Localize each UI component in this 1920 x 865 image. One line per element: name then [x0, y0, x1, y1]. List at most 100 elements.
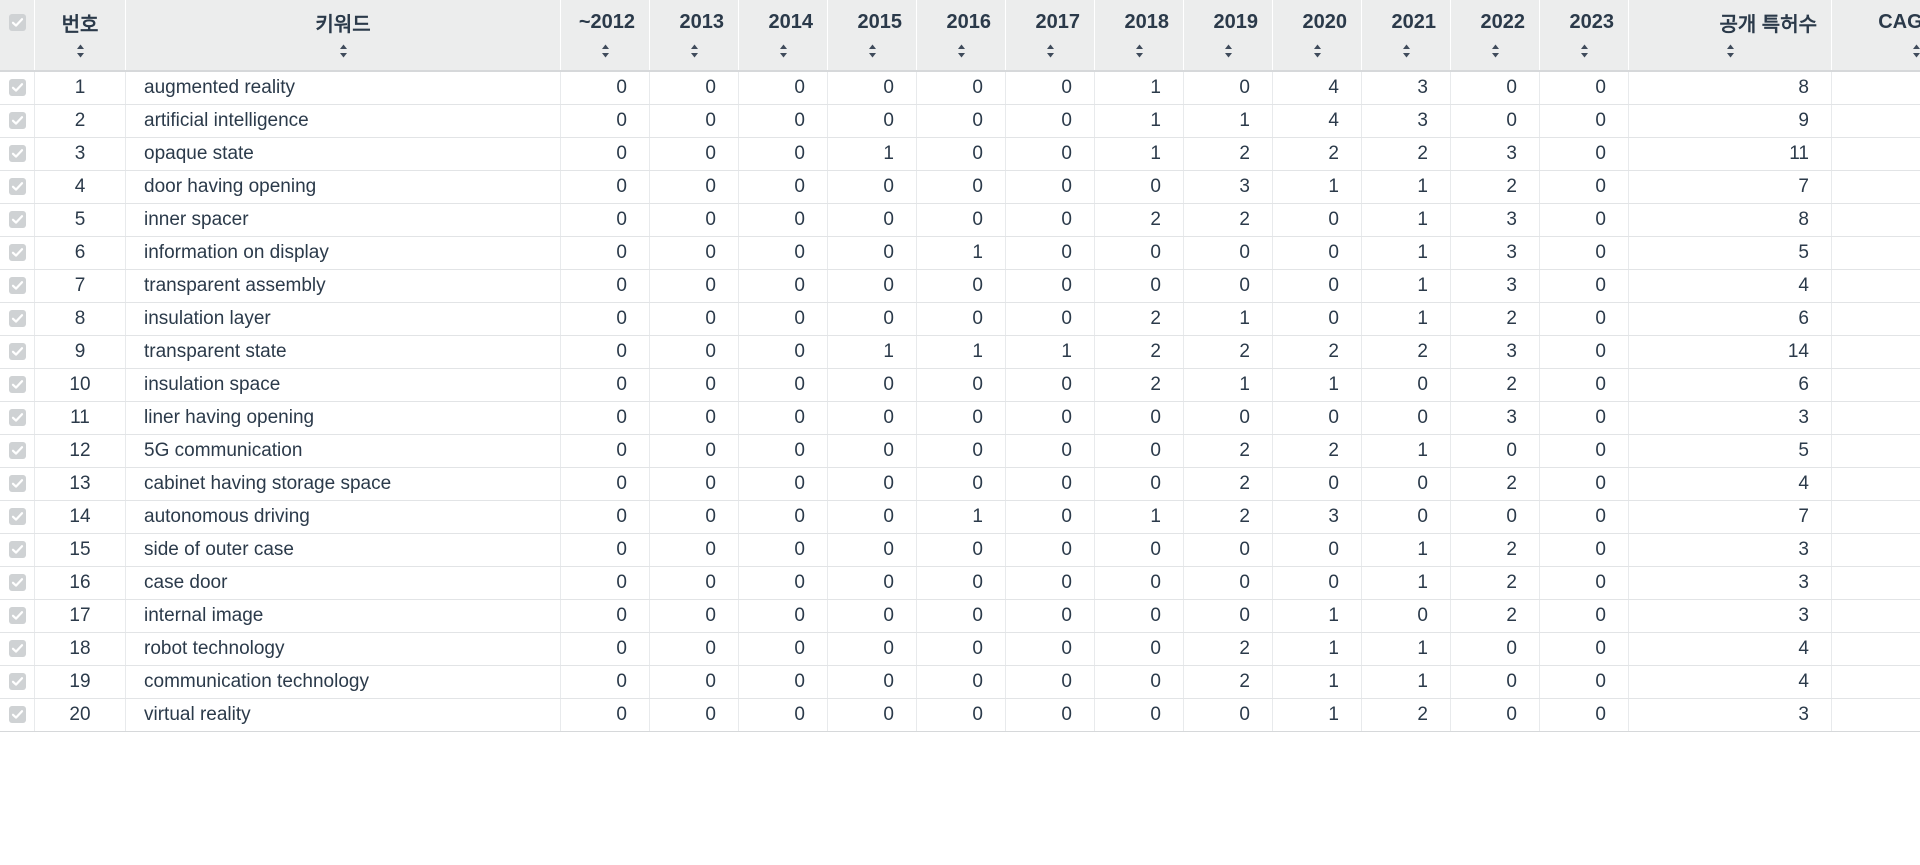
sort-updown-icon[interactable] — [1725, 43, 1736, 59]
keyword-cell[interactable]: autonomous driving — [125, 500, 561, 534]
row-select-checkbox[interactable] — [8, 442, 26, 460]
column-header-kw[interactable]: 키워드 — [125, 0, 561, 44]
table-row[interactable]: 9transparent state00011122223014-24.6%50… — [0, 335, 1920, 369]
row-select-checkbox[interactable] — [8, 145, 26, 163]
keyword-cell[interactable]: inner spacer — [125, 203, 561, 237]
table-row[interactable]: 6information on display0000100001305--20… — [0, 236, 1920, 270]
row-select-checkbox[interactable] — [8, 376, 26, 394]
sort-updown-icon[interactable] — [338, 43, 349, 59]
row-select-checkbox[interactable] — [8, 178, 26, 196]
sort-control-y2015[interactable] — [827, 44, 917, 72]
keyword-cell[interactable]: 5G communication — [125, 434, 561, 468]
select-all-header-cell[interactable] — [0, 0, 35, 44]
row-select-checkbox[interactable] — [8, 277, 26, 295]
sort-control-total[interactable] — [1628, 43, 1832, 72]
sort-updown-icon[interactable] — [600, 43, 611, 59]
sort-updown-icon[interactable] — [75, 43, 86, 59]
keyword-cell[interactable]: transparent state — [125, 335, 561, 369]
table-row[interactable]: 13 cabinet having storage space 0 0 0 0 0 0 0 2 0 0… — [0, 467, 1920, 501]
row-select-checkbox[interactable] — [8, 475, 26, 493]
select-all-checkbox[interactable] — [8, 13, 26, 31]
row-select-cell[interactable] — [0, 137, 35, 171]
table-row[interactable]: 11liner having opening0000000000303--300… — [0, 401, 1920, 435]
row-select-checkbox[interactable] — [8, 541, 26, 559]
table-row[interactable]: 5inner spacer0000002201308--200%- — [0, 203, 1920, 237]
row-select-cell[interactable] — [0, 434, 35, 468]
row-select-checkbox[interactable] — [8, 409, 26, 427]
sort-updown-icon[interactable] — [1579, 43, 1590, 59]
row-select-checkbox[interactable] — [8, 244, 26, 262]
sort-control-y2012[interactable] — [560, 43, 650, 72]
sort-updown-icon[interactable] — [689, 43, 700, 59]
row-select-cell[interactable] — [0, 203, 35, 237]
row-select-checkbox[interactable] — [8, 112, 26, 130]
column-header-y2020[interactable]: 2020 — [1272, 0, 1362, 44]
keyword-cell[interactable]: information on display — [125, 236, 561, 270]
row-select-cell[interactable] — [0, 104, 35, 138]
sort-control-y2017[interactable] — [1005, 43, 1095, 72]
row-select-cell[interactable] — [0, 599, 35, 633]
column-header-y2021[interactable]: 2021 — [1361, 0, 1451, 44]
keyword-cell[interactable]: cabinet having storage space — [125, 467, 561, 501]
column-header-y2012[interactable]: ~2012 — [560, 0, 650, 44]
keyword-cell[interactable]: case door — [125, 566, 561, 600]
row-select-cell[interactable] — [0, 71, 35, 105]
column-header-y2017[interactable]: 2017 — [1005, 0, 1095, 44]
sort-control-y2021[interactable] — [1361, 43, 1451, 72]
sort-control-cagr10[interactable] — [1831, 44, 1920, 72]
row-select-checkbox[interactable] — [8, 574, 26, 592]
keyword-cell[interactable]: transparent assembly — [125, 269, 561, 303]
table-row[interactable]: 125G communication0000000221005---100%- — [0, 434, 1920, 468]
row-select-cell[interactable] — [0, 566, 35, 600]
keyword-cell[interactable]: insulation layer — [125, 302, 561, 336]
sort-control-y2022[interactable] — [1450, 43, 1540, 72]
column-header-y2014[interactable]: 2014 — [738, 0, 828, 44]
table-row[interactable]: 8insulation layer0000002101206--100%- — [0, 302, 1920, 336]
row-select-cell[interactable] — [0, 467, 35, 501]
row-select-checkbox[interactable] — [8, 607, 26, 625]
column-header-cagr10[interactable]: CAGR(10Y) — [1831, 0, 1920, 44]
table-row[interactable]: 10insulation space0000002110206--200%- — [0, 368, 1920, 402]
row-select-cell[interactable] — [0, 632, 35, 666]
sort-control-y2013[interactable] — [649, 43, 739, 72]
row-select-cell[interactable] — [0, 533, 35, 567]
row-select-checkbox[interactable] — [8, 673, 26, 691]
column-header-y2019[interactable]: 2019 — [1183, 0, 1273, 44]
row-select-checkbox[interactable] — [8, 79, 26, 97]
row-select-checkbox[interactable] — [8, 310, 26, 328]
table-row[interactable]: 15side of outer case0000000001203--100%2… — [0, 533, 1920, 567]
row-select-checkbox[interactable] — [8, 508, 26, 526]
keyword-cell[interactable]: robot technology — [125, 632, 561, 666]
sort-updown-icon[interactable] — [778, 43, 789, 59]
table-row[interactable]: 20virtual reality0000000012003---100%- — [0, 698, 1920, 732]
row-select-checkbox[interactable] — [8, 343, 26, 361]
table-row[interactable]: 18robot technology0000000211004---100%- — [0, 632, 1920, 666]
sort-control-kw[interactable] — [125, 43, 561, 72]
table-row[interactable]: 19communication technology0000000211004-… — [0, 665, 1920, 699]
keyword-cell[interactable]: virtual reality — [125, 698, 561, 732]
sort-control-y2020[interactable] — [1272, 43, 1362, 72]
row-select-cell[interactable] — [0, 500, 35, 534]
keyword-cell[interactable]: augmented reality — [125, 71, 561, 105]
keyword-cell[interactable]: opaque state — [125, 137, 561, 171]
sort-updown-icon[interactable] — [1223, 43, 1234, 59]
sort-updown-icon[interactable] — [1490, 43, 1501, 59]
table-row[interactable]: 17internal image0000000010203--200%200% — [0, 599, 1920, 633]
table-row[interactable]: 1augmented reality0000001043008---100%- — [0, 71, 1920, 105]
keyword-cell[interactable]: internal image — [125, 599, 561, 633]
column-header-y2022[interactable]: 2022 — [1450, 0, 1540, 44]
row-select-cell[interactable] — [0, 302, 35, 336]
sort-control-y2023[interactable] — [1539, 43, 1629, 72]
sort-control-y2019[interactable] — [1183, 43, 1273, 72]
table-row[interactable]: 3opaque state00010012223011--50%- — [0, 137, 1920, 171]
sort-updown-icon[interactable] — [1312, 43, 1323, 59]
row-select-cell[interactable] — [0, 665, 35, 699]
table-row[interactable]: 2artificial intelligence0000001143009---… — [0, 104, 1920, 138]
column-header-y2015[interactable]: 2015 — [827, 0, 917, 44]
keyword-cell[interactable]: side of outer case — [125, 533, 561, 567]
sort-control-y2014[interactable] — [738, 43, 828, 72]
row-select-cell[interactable] — [0, 401, 35, 435]
sort-updown-icon[interactable] — [1401, 43, 1412, 59]
sort-control-y2016[interactable] — [916, 44, 1006, 72]
sort-updown-icon[interactable] — [1045, 43, 1056, 59]
